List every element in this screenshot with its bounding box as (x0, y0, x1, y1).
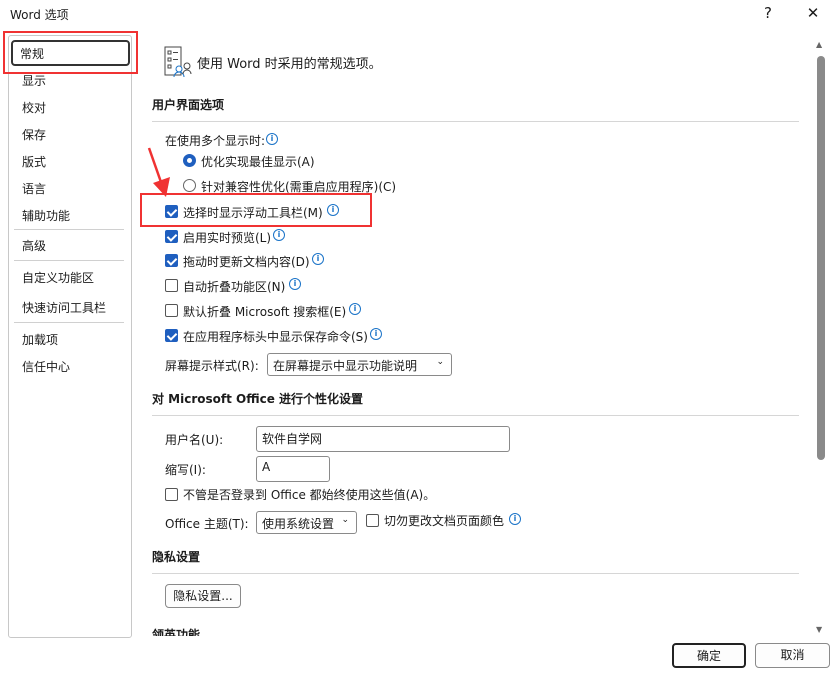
theme-value: 使用系统设置 (262, 517, 335, 531)
section-linkedin: 领英功能 (152, 628, 201, 636)
checkbox-update-content[interactable] (165, 254, 178, 267)
close-button[interactable]: ✕ (801, 4, 825, 22)
checkbox-always-use-label[interactable]: 不管是否登录到 Office 都始终使用这些值(A)。 (183, 486, 435, 503)
theme-select[interactable]: 使用系统设置 ⌄ (256, 511, 357, 534)
info-icon[interactable]: i (273, 229, 285, 241)
sidebar-divider (14, 322, 124, 323)
screentip-label: 屏幕提示样式(R): (165, 359, 259, 373)
scrollbar-thumb[interactable] (817, 56, 825, 460)
checkbox-live-preview[interactable] (165, 230, 178, 243)
checkbox-update-content-label[interactable]: 拖动时更新文档内容(D) (183, 253, 310, 270)
intro-text: 使用 Word 时采用的常规选项。 (197, 57, 382, 72)
info-icon[interactable]: i (266, 133, 278, 145)
sidebar-item-addins[interactable]: 加载项 (22, 331, 58, 348)
section-privacy: 隐私设置 (152, 550, 201, 564)
scroll-down-icon[interactable]: ▼ (816, 625, 822, 634)
checkbox-collapse-ribbon-label[interactable]: 自动折叠功能区(N) (183, 278, 285, 295)
privacy-settings-button[interactable]: 隐私设置... (165, 584, 241, 608)
scroll-up-icon[interactable]: ▲ (816, 40, 822, 49)
checkbox-never-change-label[interactable]: 切勿更改文档页面颜色 (384, 512, 504, 529)
theme-label: Office 主题(T): (165, 517, 249, 531)
sidebar-item-quick-access[interactable]: 快速访问工具栏 (22, 299, 106, 316)
info-icon[interactable]: i (370, 328, 382, 340)
initials-input[interactable]: A (256, 456, 330, 482)
sidebar-item-save[interactable]: 保存 (22, 126, 46, 143)
cancel-button[interactable]: 取消 (755, 643, 830, 668)
sidebar-item-general[interactable]: 常规 (20, 45, 44, 62)
sidebar-item-advanced[interactable]: 高级 (22, 237, 46, 254)
radio-optimize-display-label[interactable]: 优化实现最佳显示(A) (201, 153, 315, 170)
info-icon[interactable]: i (509, 513, 521, 525)
info-icon[interactable]: i (349, 303, 361, 315)
username-label: 用户名(U): (165, 433, 224, 447)
screentip-select[interactable]: 在屏幕提示中显示功能说明 ⌄ (267, 353, 452, 376)
checkbox-never-change[interactable] (366, 514, 379, 527)
checkbox-collapse-ribbon[interactable] (165, 279, 178, 292)
sidebar-divider (14, 260, 124, 261)
checkbox-save-command[interactable] (165, 329, 178, 342)
checkbox-collapse-search[interactable] (165, 304, 178, 317)
sidebar-item-accessibility[interactable]: 辅助功能 (22, 207, 70, 224)
section-divider (152, 573, 799, 574)
sidebar-item-layout[interactable]: 版式 (22, 153, 46, 170)
section-divider (152, 415, 799, 416)
ok-button[interactable]: 确定 (672, 643, 746, 668)
general-options-icon (164, 46, 192, 78)
info-icon[interactable]: i (289, 278, 301, 290)
sidebar-item-proofing[interactable]: 校对 (22, 99, 46, 116)
section-personalize: 对 Microsoft Office 进行个性化设置 (152, 392, 364, 406)
chevron-down-icon: ⌄ (341, 515, 349, 525)
radio-optimize-display[interactable] (183, 154, 196, 167)
section-ui-options: 用户界面选项 (152, 98, 225, 112)
initials-label: 缩写(I): (165, 463, 206, 477)
section-divider (152, 121, 799, 122)
checkbox-collapse-search-label[interactable]: 默认折叠 Microsoft 搜索框(E) (183, 303, 346, 320)
checkbox-always-use[interactable] (165, 488, 178, 501)
radio-compatibility[interactable] (183, 179, 196, 192)
username-input[interactable]: 软件自学网 (256, 426, 510, 452)
sidebar-item-language[interactable]: 语言 (22, 180, 46, 197)
screentip-value: 在屏幕提示中显示功能说明 (273, 359, 418, 373)
sidebar-divider (14, 229, 124, 230)
annotation-arrow-icon (147, 147, 170, 197)
help-button[interactable]: ? (756, 4, 780, 22)
window-title: Word 选项 (10, 8, 69, 22)
checkbox-live-preview-label[interactable]: 启用实时预览(L) (183, 229, 271, 246)
sidebar-item-display[interactable]: 显示 (22, 72, 46, 89)
checkbox-save-command-label[interactable]: 在应用程序标头中显示保存命令(S) (183, 328, 368, 345)
multi-display-label: 在使用多个显示时: (165, 134, 266, 148)
chevron-down-icon: ⌄ (436, 357, 444, 367)
info-icon[interactable]: i (312, 253, 324, 265)
sidebar-item-trust-center[interactable]: 信任中心 (22, 358, 70, 375)
sidebar-item-customize-ribbon[interactable]: 自定义功能区 (22, 269, 94, 286)
